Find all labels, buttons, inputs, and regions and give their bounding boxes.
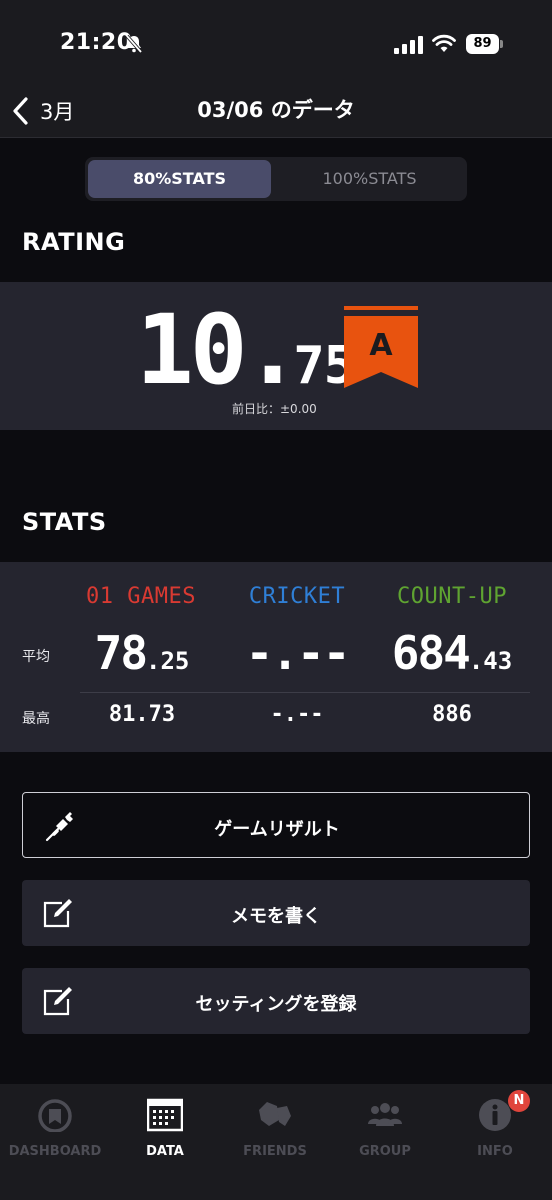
- stat-max-cricket: -.--: [270, 702, 324, 727]
- stats-panel: 01 GAMES CRICKET COUNT-UP 平均 78.25 -.-- …: [0, 562, 552, 752]
- tab-info[interactable]: INFO: [440, 1094, 550, 1164]
- bell-muted-icon: [125, 34, 143, 54]
- stat-max-01-games: 81.73: [108, 702, 176, 727]
- stats-mode-segmented-control: 80%STATS 100%STATS: [85, 157, 467, 201]
- write-memo-button[interactable]: メモを書く: [22, 880, 530, 946]
- tab-label: GROUP: [359, 1144, 411, 1159]
- stat-avg-dec: .43: [468, 647, 513, 675]
- stat-header-01-games: 01 GAMES: [86, 584, 196, 609]
- battery-level: 89: [466, 34, 499, 54]
- status-bar: 21:20 89: [0, 0, 552, 84]
- calendar-icon: [147, 1098, 183, 1132]
- tab-label: DATA: [146, 1144, 184, 1159]
- tab-label: DASHBOARD: [8, 1144, 102, 1159]
- write-memo-label: メモを書く: [231, 906, 321, 927]
- row-label-average: 平均: [22, 649, 50, 665]
- wifi-icon: [432, 34, 456, 52]
- tab-friends[interactable]: FRIENDS: [220, 1094, 330, 1164]
- register-setting-label: セッティングを登録: [195, 994, 357, 1015]
- rating-value: 10 . 75: [136, 294, 355, 406]
- dashboard-icon: [38, 1099, 72, 1132]
- stat-avg-01-games: 78.25: [52, 626, 232, 680]
- stat-header-count-up: COUNT-UP: [397, 584, 507, 609]
- battery-indicator: 89: [466, 34, 503, 54]
- game-result-button[interactable]: ゲームリザルト: [22, 792, 530, 858]
- row-label-best: 最高: [22, 711, 50, 727]
- signal-icon: [394, 36, 423, 54]
- stats-heading: STATS: [22, 508, 107, 536]
- tab-label: FRIENDS: [243, 1144, 307, 1159]
- page-title: 03/06 のデータ: [197, 98, 355, 122]
- stat-avg-int: 684: [391, 626, 471, 680]
- rating-diff: 前日比：±0.00: [232, 402, 317, 416]
- info-notification-badge: N: [508, 1090, 530, 1112]
- tab-data[interactable]: DATA: [110, 1094, 220, 1164]
- tab-group[interactable]: GROUP: [330, 1094, 440, 1164]
- tab-dashboard[interactable]: DASHBOARD: [0, 1094, 110, 1164]
- game-result-label: ゲームリザルト: [214, 819, 340, 840]
- status-time: 21:20: [60, 30, 133, 55]
- stat-header-cricket: CRICKET: [248, 584, 346, 609]
- stat-avg-cricket: -.--: [207, 626, 387, 680]
- rating-dot: .: [243, 294, 302, 406]
- stat-avg-count-up: 684.43: [362, 626, 542, 680]
- rating-grade: A: [369, 328, 393, 363]
- tab-bar: DASHBOARD DATA FRIENDS GROUP INFO: [0, 1084, 552, 1200]
- friends-icon: [259, 1102, 291, 1126]
- stat-avg-int: 78: [94, 626, 148, 680]
- tab-label: INFO: [477, 1144, 513, 1159]
- rating-integer: 10: [136, 294, 248, 406]
- group-icon: [368, 1103, 402, 1126]
- segment-80-stats[interactable]: 80%STATS: [88, 160, 271, 198]
- battery-tip: [500, 40, 503, 48]
- stat-avg-int: -.: [245, 626, 299, 680]
- nav-bar: 3月 03/06 のデータ: [0, 84, 552, 138]
- stats-divider: [80, 692, 530, 693]
- segment-100-stats[interactable]: 100%STATS: [275, 160, 464, 198]
- stat-avg-dec: .25: [146, 647, 190, 675]
- rating-panel: 10 . 75 前日比：±0.00 A: [0, 282, 552, 430]
- stat-max-count-up: 886: [432, 702, 472, 727]
- stat-avg-dec: --: [297, 626, 350, 680]
- rating-heading: RATING: [22, 228, 126, 256]
- register-setting-button[interactable]: セッティングを登録: [22, 968, 530, 1034]
